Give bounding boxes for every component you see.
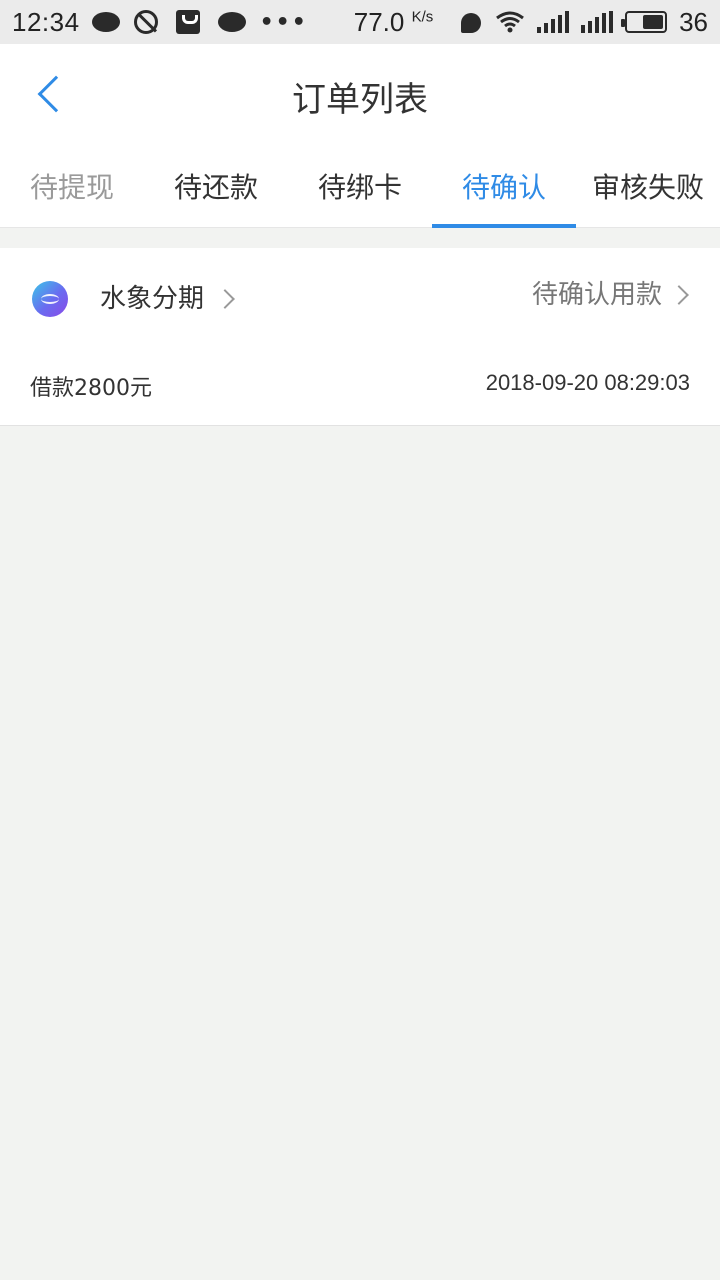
app-logo <box>32 281 68 317</box>
battery-icon <box>621 11 668 33</box>
order-tabs: 待提现 待还款 待绑卡 待确认 审核失败 <box>0 144 720 228</box>
notification-icons: ••• <box>91 9 308 35</box>
signal-icon <box>537 11 570 33</box>
do-not-disturb-icon <box>133 10 162 34</box>
message-icon <box>91 10 120 34</box>
wifi-icon <box>495 10 525 34</box>
tab-review-failed[interactable]: 审核失败 <box>576 144 720 228</box>
status-bar: 12:34 ••• 77.0 K/s 36 <box>0 0 720 44</box>
more-notifications-icon: ••• <box>259 9 308 35</box>
chevron-right-icon <box>669 285 689 305</box>
page-title: 订单列表 <box>292 80 428 120</box>
network-speed: 77.0 K/s <box>354 7 434 38</box>
tab-pending-card-binding[interactable]: 待绑卡 <box>288 144 432 228</box>
system-icons: 36 <box>461 7 708 38</box>
status-time: 12:34 <box>12 6 80 37</box>
shopping-bag-icon <box>175 10 204 34</box>
wave-icon <box>41 294 59 304</box>
order-card[interactable]: 水象分期 待确认用款 借款2800元 2018-09-20 08:29:03 <box>0 248 720 426</box>
active-tab-indicator <box>432 224 576 228</box>
loan-amount: 借款2800元 <box>30 376 152 401</box>
network-speed-value: 77.0 <box>353 6 405 37</box>
order-app-name[interactable]: 水象分期 <box>100 278 204 315</box>
hd-call-icon <box>461 10 483 34</box>
battery-level: 36 <box>679 6 708 37</box>
tab-pending-withdrawal[interactable]: 待提现 <box>0 144 144 228</box>
order-status[interactable]: 待确认用款 <box>532 274 662 311</box>
tab-pending-confirmation[interactable]: 待确认 <box>432 144 576 228</box>
network-speed-unit: K/s <box>411 7 434 25</box>
signal-3g-icon <box>581 11 614 33</box>
chevron-right-icon <box>215 289 235 309</box>
header: 订单列表 <box>0 44 720 144</box>
order-timestamp: 2018-09-20 08:29:03 <box>485 370 690 395</box>
tab-pending-repayment[interactable]: 待还款 <box>144 144 288 228</box>
chat-icon <box>217 10 246 34</box>
